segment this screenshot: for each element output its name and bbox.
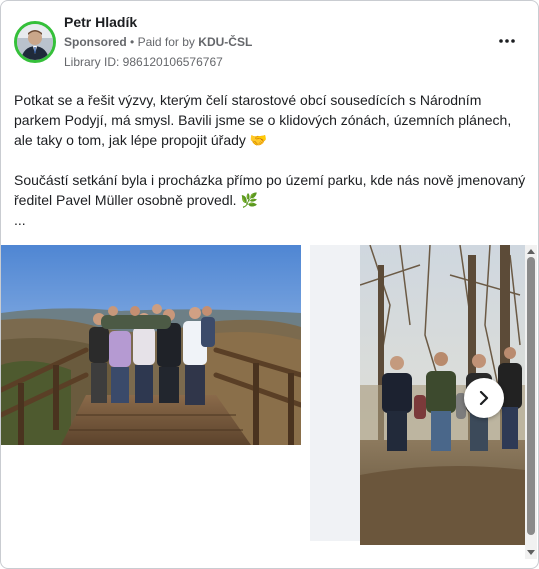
scroll-down-arrow[interactable]	[525, 547, 537, 559]
handshake-emoji: 🤝	[249, 132, 268, 148]
ad-body: Potkat se a řešit výzvy, kterým čelí sta…	[14, 90, 529, 230]
payer-name[interactable]: KDU-ČSL	[198, 35, 252, 49]
scroll-up-arrow[interactable]	[525, 245, 537, 257]
scrollbar-thumb[interactable]	[527, 257, 535, 535]
library-id: Library ID: 986120106576767	[64, 55, 223, 69]
sponsored-label: Sponsored	[64, 35, 127, 49]
body-paragraph-1: Potkat se a řešit výzvy, kterým čelí sta…	[14, 90, 529, 150]
carousel-gap	[310, 245, 360, 541]
paid-for-label: Paid for by	[137, 35, 195, 49]
body-paragraph-2-text: Součástí setkání byla i procházka přímo …	[14, 172, 526, 208]
chevron-right-icon	[479, 391, 489, 405]
scroll-down-icon	[527, 550, 535, 555]
group-photo-image	[1, 245, 304, 445]
media-carousel[interactable]	[1, 245, 525, 545]
more-options-button[interactable]	[493, 29, 521, 53]
author-avatar[interactable]	[14, 21, 56, 63]
meta-separator: •	[130, 35, 135, 49]
avatar-image	[17, 24, 53, 60]
carousel-slide-1[interactable]	[1, 245, 304, 445]
carousel-next-button[interactable]	[464, 378, 504, 418]
vertical-scrollbar[interactable]	[525, 245, 537, 559]
see-more-ellipsis[interactable]: ...	[14, 210, 529, 230]
more-options-icon	[499, 39, 515, 43]
body-paragraph-2: Součástí setkání byla i procházka přímo …	[14, 170, 529, 210]
scroll-up-icon	[527, 249, 535, 254]
author-name[interactable]: Petr Hladík	[64, 14, 137, 30]
ad-card: Petr Hladík Sponsored • Paid for by KDU-…	[0, 0, 539, 569]
herb-emoji: 🌿	[240, 192, 258, 208]
sponsored-line: Sponsored • Paid for by KDU-ČSL	[64, 35, 252, 49]
